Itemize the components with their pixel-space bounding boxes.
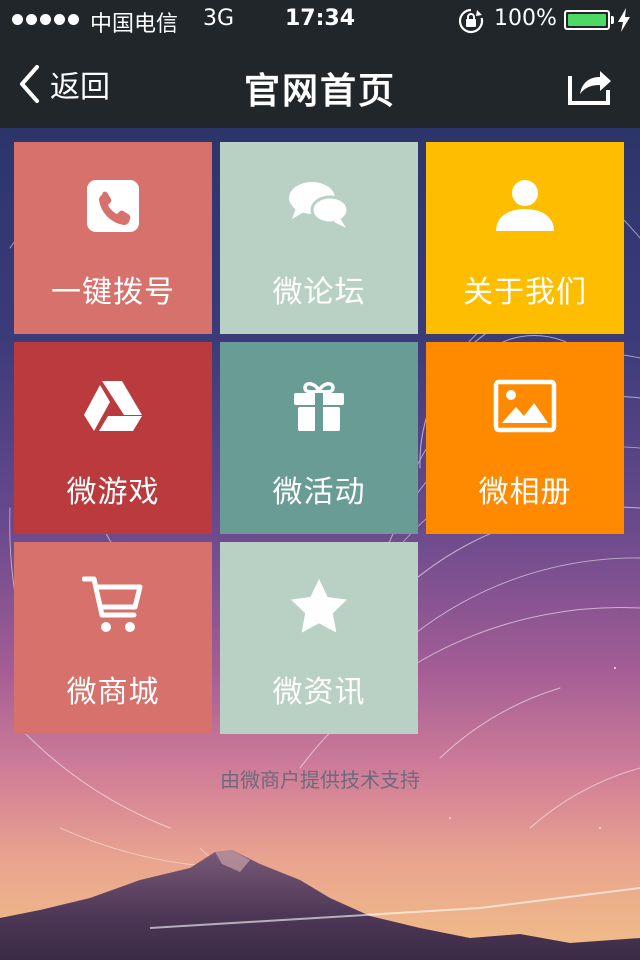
tile-micro-album[interactable]: 微相册 <box>426 342 624 534</box>
rotation-lock-icon <box>458 8 484 34</box>
tile-micro-news[interactable]: 微资讯 <box>220 542 418 734</box>
status-bar: 中国电信 3G 17:34 100% <box>0 0 640 40</box>
tile-micro-mall[interactable]: 微商城 <box>14 542 212 734</box>
tile-label: 微游戏 <box>66 475 160 510</box>
tile-one-key-dial[interactable]: 一键拨号 <box>14 142 212 334</box>
cart-icon <box>82 576 143 632</box>
charging-bolt-icon <box>618 8 630 32</box>
gift-icon <box>294 382 344 431</box>
home-content: 一键拨号 微论坛 关于我们 微游戏 微活动 微相册 微商城 微资讯 由微商户提供… <box>0 128 640 960</box>
battery-icon <box>564 10 614 30</box>
tile-label: 微相册 <box>478 475 572 510</box>
tile-micro-forum[interactable]: 微论坛 <box>220 142 418 334</box>
star-icon <box>291 579 347 633</box>
drive-triangle-icon <box>84 381 142 431</box>
powered-by-text: 由微商户提供技术支持 <box>220 768 420 792</box>
user-icon <box>496 180 554 231</box>
picture-icon <box>493 379 557 433</box>
tile-label: 关于我们 <box>463 275 587 310</box>
tile-label: 微活动 <box>272 475 366 510</box>
battery-percentage: 100% <box>494 6 557 31</box>
chat-bubbles-icon <box>289 182 350 228</box>
tile-micro-event[interactable]: 微活动 <box>220 342 418 534</box>
tile-label: 微商城 <box>66 675 160 710</box>
tile-label: 一键拨号 <box>51 275 175 310</box>
tile-label: 微论坛 <box>272 275 366 310</box>
page-title: 官网首页 <box>243 71 396 112</box>
tile-label: 微资讯 <box>272 675 366 710</box>
phone-icon <box>87 180 139 232</box>
tile-micro-game[interactable]: 微游戏 <box>14 342 212 534</box>
navigation-bar: 返回 官网首页 <box>0 40 640 128</box>
tile-about-us[interactable]: 关于我们 <box>426 142 624 334</box>
share-icon[interactable] <box>566 62 614 106</box>
